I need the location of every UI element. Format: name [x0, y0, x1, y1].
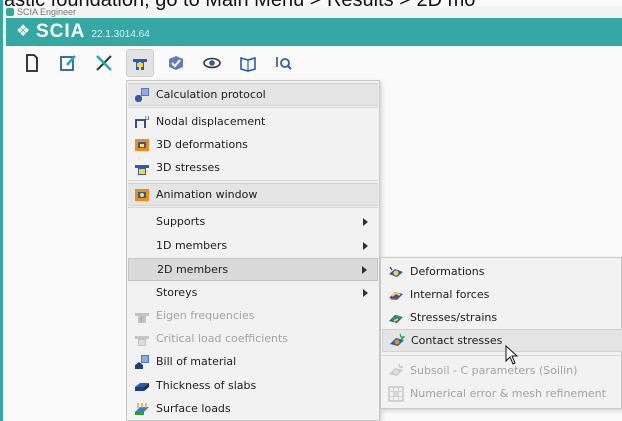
results-menu: Calculation protocol u Nodal displacemen… — [126, 80, 380, 421]
submenu-item-numerical-error-mesh-refinement[interactable]: Numerical error & mesh refinement — [382, 382, 622, 405]
menu-item-eigen-frequencies[interactable]: f Eigen frequencies — [128, 304, 378, 327]
app-version: 22.1.3014.64 — [91, 29, 150, 40]
menu-item-3d-deformations[interactable]: 3D deformations — [128, 133, 378, 156]
menu-item-bill-of-material[interactable]: Bill of material — [128, 350, 378, 373]
scia-logo-icon: ❖ — [15, 23, 31, 40]
submenu-arrow-icon — [363, 288, 368, 297]
menu-item-animation-window[interactable]: Animation window — [128, 183, 378, 206]
menu-item-supports[interactable]: Supports — [128, 210, 378, 233]
header-bar: ❖ SCIA 22.1.3014.64 — [6, 18, 622, 46]
menu-item-calculation-protocol[interactable]: Calculation protocol — [128, 83, 378, 106]
menu-item-nodal-displacement[interactable]: u Nodal displacement — [128, 110, 378, 133]
edit-button[interactable] — [54, 49, 82, 77]
tools-button[interactable] — [90, 49, 118, 77]
book-icon — [240, 56, 256, 72]
deformations-icon — [389, 266, 403, 277]
animation-window-icon — [135, 188, 149, 201]
tools-icon — [96, 55, 112, 71]
subsoil-icon — [389, 363, 403, 376]
eigen-frequencies-icon: f — [135, 312, 149, 324]
new-file-button[interactable] — [18, 49, 46, 77]
submenu-item-stresses-strains[interactable]: Stresses/strains — [382, 306, 622, 329]
3d-deformations-icon — [135, 138, 149, 151]
menu-item-surface-loads[interactable]: Surface loads — [128, 397, 378, 420]
view-button[interactable] — [198, 49, 226, 77]
results-icon — [133, 59, 147, 70]
stresses-strains-icon — [389, 314, 403, 323]
submenu-arrow-icon — [362, 265, 367, 274]
submenu-arrow-icon — [363, 217, 368, 226]
calculation-protocol-icon — [135, 87, 149, 102]
menu-separator — [382, 355, 622, 356]
view-icon — [203, 57, 221, 69]
menu-item-2d-members[interactable]: 2D members — [128, 258, 378, 281]
results-button[interactable] — [126, 49, 154, 77]
check-button[interactable] — [162, 49, 190, 77]
search-results-button[interactable] — [270, 49, 298, 77]
3d-stresses-icon — [135, 164, 149, 175]
menu-item-thickness-of-slabs[interactable]: Thickness of slabs — [128, 374, 378, 397]
submenu-item-contact-stresses[interactable]: Contact stresses — [382, 329, 622, 352]
mouse-cursor-icon — [505, 345, 519, 365]
thickness-of-slabs-icon — [135, 382, 149, 391]
search-results-icon — [276, 57, 292, 70]
submenu-arrow-icon — [363, 241, 368, 250]
numerical-error-icon — [388, 385, 404, 402]
2d-members-submenu: Deformations Internal forces Stresses/st… — [380, 257, 622, 409]
svg-text:u: u — [145, 114, 149, 122]
new-file-icon — [26, 54, 38, 72]
surface-loads-icon — [135, 402, 149, 415]
bill-of-material-icon — [135, 354, 149, 369]
submenu-item-internal-forces[interactable]: Internal forces — [382, 283, 622, 306]
menu-item-1d-members[interactable]: 1D members — [128, 234, 378, 257]
main-toolbar — [6, 46, 622, 80]
edit-icon — [60, 55, 76, 71]
submenu-item-subsoil-c-parameters[interactable]: Subsoil - C parameters (Soilin) — [382, 359, 622, 382]
contact-stresses-icon — [390, 333, 405, 346]
menu-item-storeys[interactable]: Storeys — [128, 281, 378, 304]
menu-item-3d-stresses[interactable]: 3D stresses — [128, 156, 378, 179]
submenu-item-deformations[interactable]: Deformations — [382, 260, 622, 283]
instruction-caption: astic foundation, go to Main Menu > Resu… — [4, 0, 476, 11]
check-icon — [169, 56, 183, 70]
brand-name: SCIA — [36, 21, 86, 42]
internal-forces-icon — [389, 291, 403, 300]
menu-separator — [128, 207, 378, 208]
critical-load-icon — [135, 335, 149, 346]
nodal-displacement-icon: u — [135, 114, 149, 128]
book-button[interactable] — [234, 49, 262, 77]
menu-separator — [128, 107, 378, 108]
menu-separator — [128, 180, 378, 181]
menu-item-critical-load-coefficients[interactable]: Critical load coefficients — [128, 327, 378, 350]
